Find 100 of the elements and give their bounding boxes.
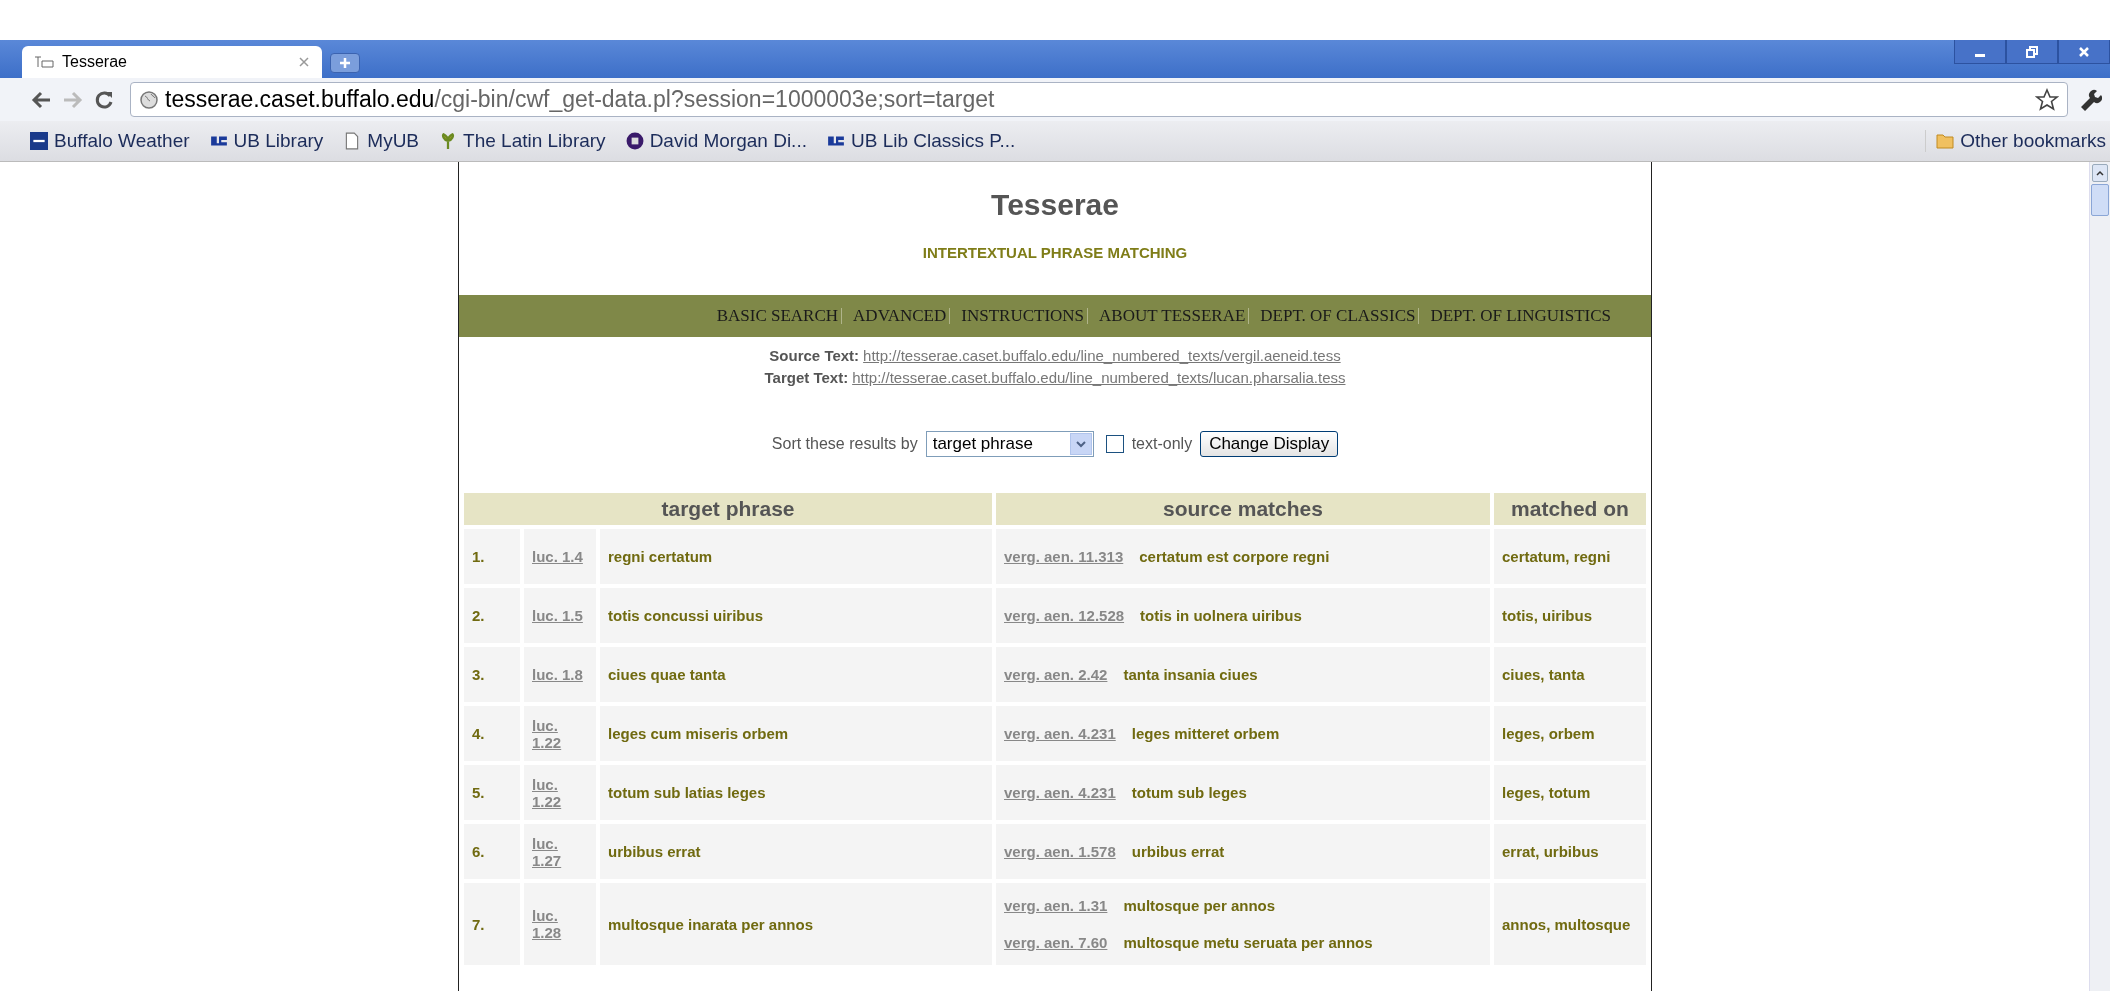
row-number: 4.	[464, 706, 520, 761]
nav-link[interactable]: ADVANCED	[853, 306, 947, 326]
matched-words-cell: leges, totum	[1494, 765, 1646, 820]
row-number: 2.	[464, 588, 520, 643]
close-icon	[2077, 44, 2091, 59]
matched-words-cell: errat, urbibus	[1494, 824, 1646, 879]
nav-separator	[1418, 308, 1421, 324]
bookmark-item[interactable]: David Morgan Di...	[625, 130, 807, 152]
folder-icon	[1936, 132, 1955, 150]
source-phrase: totum sub leges	[1131, 784, 1247, 801]
target-phrase-cell: totum sub latias leges	[600, 765, 992, 820]
text-url-link[interactable]: http://tesserae.caset.buffalo.edu/line_numbered_texts/lucan.pharsalia.tess	[852, 367, 1346, 389]
site-icon	[34, 55, 54, 69]
star-icon[interactable]	[2035, 87, 2059, 112]
sort-dropdown[interactable]: target phrase	[925, 431, 1094, 457]
row-number: 3.	[464, 647, 520, 702]
back-button[interactable]	[30, 89, 52, 110]
nav-separator	[1248, 308, 1251, 324]
address-bar[interactable]: tesserae.caset.buffalo.edu/cgi-bin/cwf_get-data.pl?session=1000003e;sort=target	[130, 82, 2068, 117]
source-reference-link[interactable]: verg. aen. 7.60	[1004, 934, 1108, 951]
restore-button[interactable]	[2006, 40, 2058, 64]
target-phrase-cell: regni certatum	[600, 529, 992, 584]
source-phrase: totis in uolnera uiribus	[1140, 607, 1302, 624]
target-phrase-cell: urbibus errat	[600, 824, 992, 879]
line-reference-link[interactable]: luc. 1.5	[532, 607, 583, 624]
nav-separator	[1087, 308, 1090, 324]
seal-icon	[625, 132, 644, 150]
nav-separator	[949, 308, 952, 324]
plus-icon	[339, 57, 351, 69]
column-header: source matches	[996, 493, 1490, 525]
line-reference-link[interactable]: luc. 1.8	[532, 666, 583, 683]
source-reference-link[interactable]: verg. aen. 11.313	[1004, 548, 1124, 565]
checkbox-label: text-only	[1131, 435, 1193, 453]
scrollbar[interactable]	[2089, 162, 2110, 991]
site-title: Tesserae	[991, 188, 1119, 222]
nav-link[interactable]: DEPT. OF LINGUISTICS	[1430, 306, 1611, 326]
scroll-up-button[interactable]	[2092, 164, 2108, 182]
text-label: Source Text:	[769, 346, 860, 366]
target-phrase-cell: multosque inarata per annos	[600, 883, 992, 965]
globe-icon	[139, 89, 159, 110]
matched-words-cell: certatum, regni	[1494, 529, 1646, 584]
target-phrase-cell: ciues quae tanta	[600, 647, 992, 702]
matched-words-cell: leges, orbem	[1494, 706, 1646, 761]
target-phrase-cell: totis concussi uiribus	[600, 588, 992, 643]
nav-link[interactable]: DEPT. OF CLASSICS	[1260, 306, 1416, 326]
row-number: 6.	[464, 824, 520, 879]
source-phrase: leges mitteret orbem	[1131, 725, 1280, 742]
bookmark-item[interactable]: UB Library	[209, 130, 324, 152]
restore-icon	[2025, 44, 2039, 59]
source-phrase: certatum est corpore regni	[1139, 548, 1330, 565]
source-reference-link[interactable]: verg. aen. 4.231	[1004, 725, 1116, 742]
close-icon[interactable]	[298, 56, 310, 68]
weather-logo-icon	[30, 132, 48, 150]
matched-words-cell: annos, multosque	[1494, 883, 1646, 965]
close-window-button[interactable]	[2058, 40, 2110, 64]
column-header: target phrase	[464, 493, 992, 525]
browser-tab[interactable]: Tesserae	[22, 46, 322, 78]
line-reference-link[interactable]: luc. 1.22	[532, 775, 584, 810]
up-caret-icon	[2096, 170, 2104, 176]
nav-link[interactable]: INSTRUCTIONS	[961, 306, 1085, 326]
source-reference-link[interactable]: verg. aen. 2.42	[1004, 666, 1108, 683]
source-phrase: tanta insania ciues	[1123, 666, 1258, 683]
bookmark-item[interactable]: MyUB	[343, 130, 420, 152]
source-reference-link[interactable]: verg. aen. 1.31	[1004, 897, 1108, 914]
sort-label: Sort these results by	[771, 435, 918, 453]
source-reference-link[interactable]: verg. aen. 4.231	[1004, 784, 1116, 801]
line-reference-link[interactable]: luc. 1.28	[532, 907, 584, 941]
minimize-button[interactable]	[1954, 40, 2006, 64]
text-only-checkbox[interactable]	[1105, 435, 1124, 453]
bookmark-item[interactable]: UB Lib Classics P...	[826, 130, 1016, 152]
source-reference-link[interactable]: verg. aen. 1.578	[1004, 843, 1116, 860]
bookmark-item[interactable]: The Latin Library	[439, 130, 606, 152]
source-reference-link[interactable]: verg. aen. 12.528	[1004, 607, 1125, 624]
minimize-icon	[1975, 54, 1985, 57]
line-reference-link[interactable]: luc. 1.27	[532, 834, 584, 869]
row-number: 1.	[464, 529, 520, 584]
site-subtitle: INTERTEXTUAL PHRASE MATCHING	[922, 244, 1188, 261]
dropdown-caret-icon	[1075, 440, 1086, 448]
column-header: matched on	[1494, 493, 1646, 525]
row-number: 7.	[464, 883, 520, 965]
reload-button[interactable]	[94, 89, 114, 110]
nav-link[interactable]: ABOUT TESSERAE	[1099, 306, 1246, 326]
source-phrase: multosque per annos	[1123, 897, 1276, 914]
source-phrase: multosque metu seruata per annos	[1123, 934, 1373, 951]
line-reference-link[interactable]: luc. 1.22	[532, 716, 584, 751]
row-number: 5.	[464, 765, 520, 820]
nav-link[interactable]: BASIC SEARCH	[716, 306, 839, 326]
matched-words-cell: ciues, tanta	[1494, 647, 1646, 702]
new-tab-button[interactable]	[330, 53, 360, 73]
source-phrase: urbibus errat	[1131, 843, 1225, 860]
other-bookmarks-button[interactable]: Other bookmarks	[1925, 130, 2106, 152]
bookmark-item[interactable]: Buffalo Weather	[30, 130, 190, 152]
target-phrase-cell: leges cum miseris orbem	[600, 706, 992, 761]
change-display-button[interactable]: Change Display	[1200, 431, 1339, 457]
scroll-thumb[interactable]	[2091, 184, 2109, 216]
matched-words-cell: totis, uiribus	[1494, 588, 1646, 643]
text-url-link[interactable]: http://tesserae.caset.buffalo.edu/line_numbered_texts/vergil.aeneid.tess	[863, 345, 1341, 367]
line-reference-link[interactable]: luc. 1.4	[532, 548, 583, 565]
text-label: Target Text:	[764, 368, 849, 388]
nav-separator	[841, 308, 844, 324]
